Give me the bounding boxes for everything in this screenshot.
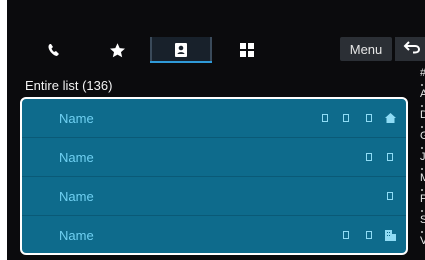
contact-name: Name [59,227,94,243]
phone-icon [46,42,62,58]
list-item[interactable]: Name [22,177,406,215]
list-item[interactable]: Name [22,99,406,137]
tab-recent-calls[interactable] [34,37,74,63]
index-letter[interactable]: G [420,131,425,142]
index-dot [421,189,423,191]
index-letter[interactable]: V [420,236,425,247]
contact-name: Name [59,149,94,165]
back-button[interactable] [395,37,425,61]
number-type-icon [340,112,352,124]
back-arrow-icon [403,40,421,59]
number-type-icon [363,151,375,163]
keypad-icon [239,42,255,58]
tab-contacts[interactable] [150,37,212,63]
list-item[interactable]: Name [22,216,406,253]
active-tab-indicator [150,61,212,63]
index-dot [421,84,423,86]
contact-list[interactable]: Name Name Name Name [20,97,408,255]
number-type-icon [319,112,331,124]
phone-screen: Menu Entire list (136) Name Name Name Na… [7,0,425,260]
index-letter[interactable]: S [420,215,425,226]
office-icon [384,229,396,241]
star-icon [109,42,126,59]
index-dot [421,147,423,149]
contacts-icon [173,42,189,58]
index-dot [421,231,423,233]
index-letter[interactable]: A [420,89,425,100]
number-type-icon [340,229,352,241]
home-icon [384,112,396,124]
menu-button[interactable]: Menu [340,37,392,61]
index-letter[interactable]: P [420,194,425,205]
tab-keypad[interactable] [227,37,267,63]
number-type-icon [384,151,396,163]
index-dot [421,210,423,212]
contact-name: Name [59,188,94,204]
index-dot [421,168,423,170]
index-letter[interactable]: # [420,68,425,79]
index-letter[interactable]: M [420,173,425,184]
index-dot [421,105,423,107]
list-count-label: Entire list (136) [25,78,113,93]
index-letter[interactable]: J [420,152,425,163]
tab-favorites[interactable] [97,37,137,63]
number-type-icon [363,112,375,124]
number-type-icon [384,190,396,202]
number-type-icon [363,229,375,241]
index-letter[interactable]: D [420,110,425,121]
list-item[interactable]: Name [22,138,406,176]
contact-name: Name [59,110,94,126]
index-dot [421,126,423,128]
